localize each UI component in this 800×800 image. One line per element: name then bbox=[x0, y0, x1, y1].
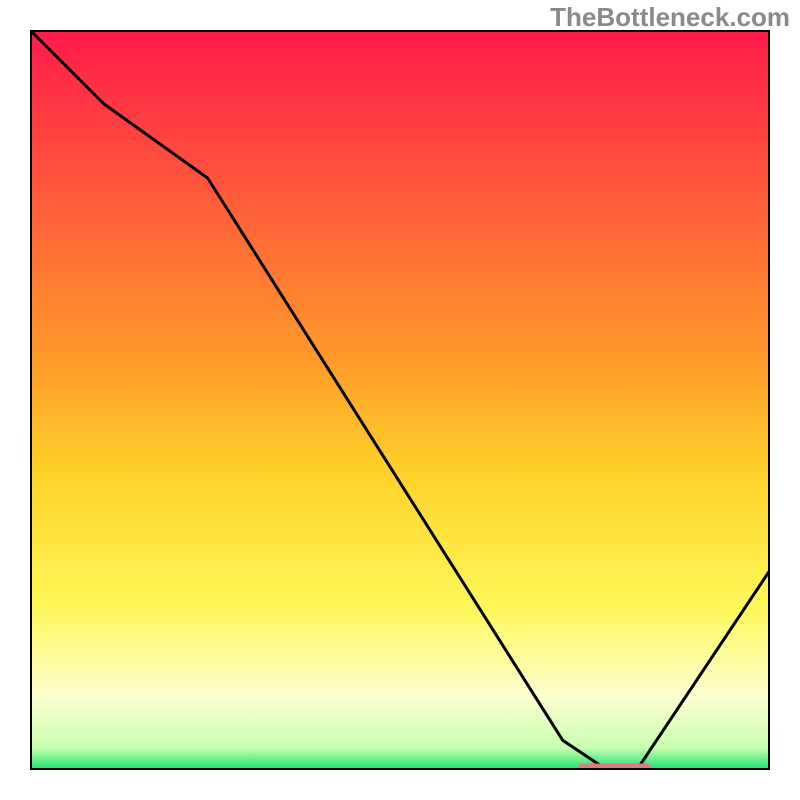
chart-svg bbox=[30, 30, 770, 770]
plot-frame bbox=[30, 30, 770, 770]
gradient-background bbox=[30, 30, 770, 770]
chart-container: TheBottleneck.com bbox=[0, 0, 800, 800]
watermark-text: TheBottleneck.com bbox=[550, 2, 790, 33]
